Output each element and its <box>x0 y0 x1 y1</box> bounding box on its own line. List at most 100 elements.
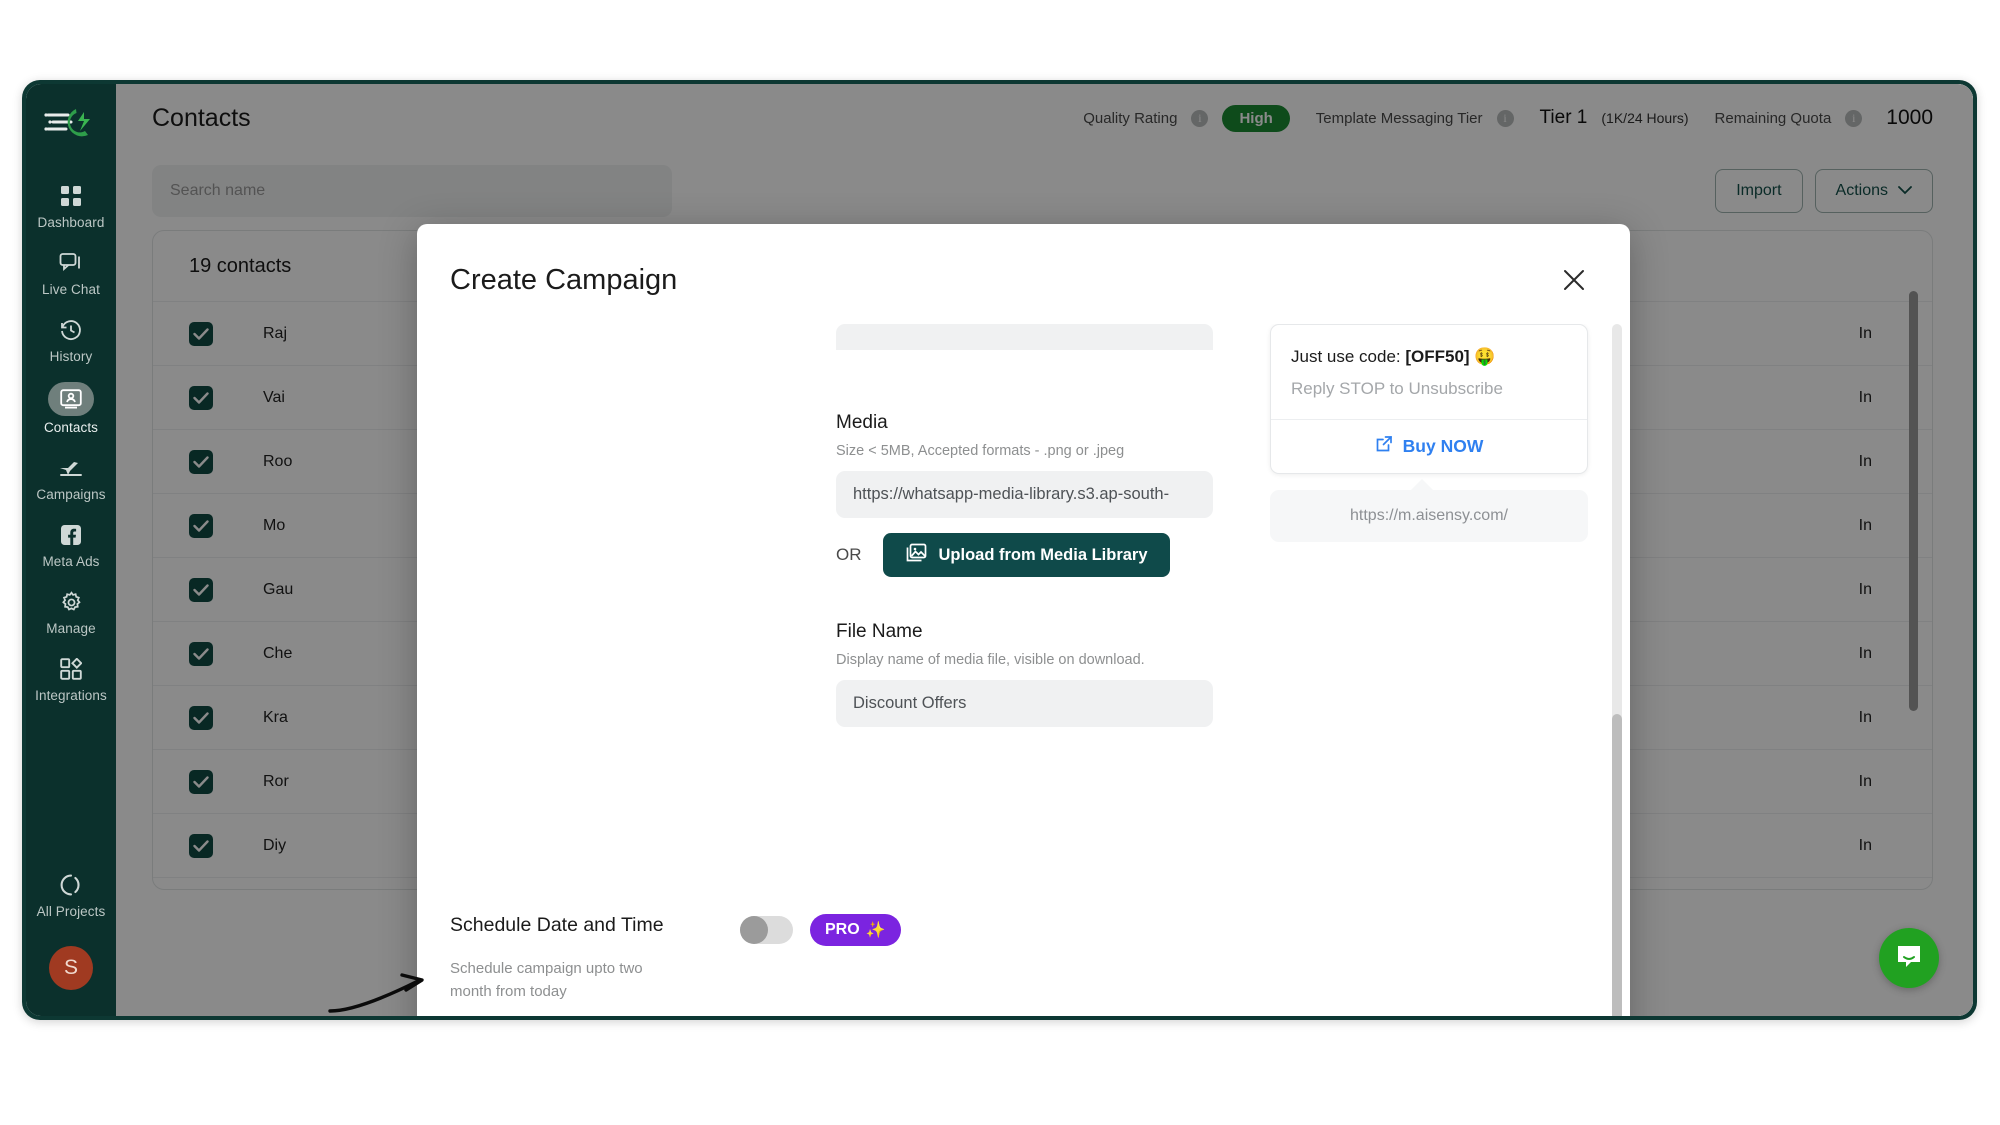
row-checkbox[interactable] <box>189 833 213 858</box>
row-checkbox[interactable] <box>189 769 213 794</box>
contact-status: In <box>1858 708 1872 726</box>
topbar: Contacts Quality Rating i High Template … <box>116 84 1973 152</box>
preview-code-line: Just use code: [OFF50] 🤑 <box>1271 325 1587 367</box>
info-icon[interactable]: i <box>1496 109 1514 127</box>
external-link-icon <box>1375 435 1393 458</box>
schedule-toggle[interactable] <box>740 916 793 944</box>
row-checkbox[interactable] <box>189 321 213 346</box>
file-name-label: File Name <box>836 621 923 642</box>
preview-url-bubble-wrap: https://m.aisensy.com/ <box>1270 479 1600 542</box>
template-tier-label: Template Messaging Tier <box>1315 109 1483 127</box>
contact-status: In <box>1858 452 1872 470</box>
remaining-quota-label: Remaining Quota <box>1714 109 1832 127</box>
sidebar-item-all-projects[interactable]: All Projects <box>26 861 116 928</box>
chat-bubbles-icon <box>54 248 88 278</box>
toolbar-actions: Import Actions <box>1715 169 1933 213</box>
preview-unsubscribe-text: Reply STOP to Unsubscribe <box>1291 379 1503 398</box>
sidebar-item-label: History <box>49 349 93 364</box>
sidebar-item-manage[interactable]: Manage <box>26 578 116 645</box>
preview-url-bubble: https://m.aisensy.com/ <box>1270 490 1588 542</box>
upload-from-media-library-button[interactable]: Upload from Media Library <box>882 533 1170 577</box>
close-icon[interactable] <box>1560 266 1590 296</box>
table-scrollbar[interactable] <box>1909 291 1918 711</box>
whatsapp-preview-card: Just use code: [OFF50] 🤑 Reply STOP to U… <box>1270 324 1588 474</box>
remaining-quota-value: 1000 <box>1886 106 1933 129</box>
media-or-row: OR Upload from Media Library <box>836 533 1266 577</box>
import-button[interactable]: Import <box>1715 169 1803 213</box>
media-label: Media <box>836 412 888 433</box>
grid-dashboard-icon <box>54 181 88 211</box>
sidebar-item-label: Integrations <box>35 688 107 703</box>
actions-button[interactable]: Actions <box>1814 169 1933 213</box>
clock-history-icon <box>54 315 88 345</box>
row-checkbox[interactable] <box>189 385 213 410</box>
circle-dashed-icon <box>54 870 88 900</box>
template-preview-column: Just use code: [OFF50] 🤑 Reply STOP to U… <box>1270 324 1600 542</box>
buy-now-label: Buy NOW <box>1402 436 1484 456</box>
media-url-input[interactable] <box>836 471 1213 518</box>
row-checkbox[interactable] <box>189 449 213 474</box>
quality-rating-badge: High <box>1222 104 1290 132</box>
upload-label: Upload from Media Library <box>938 545 1148 564</box>
row-checkbox[interactable] <box>189 577 213 602</box>
gear-icon <box>54 587 88 617</box>
sidebar-item-label: Meta Ads <box>42 554 100 569</box>
create-campaign-modal: Create Campaign Media Size < 5MB, Accept… <box>417 224 1630 1016</box>
contact-status: In <box>1858 516 1872 534</box>
file-name-input[interactable] <box>836 680 1213 727</box>
modal-scrollbar-thumb[interactable] <box>1612 714 1622 1016</box>
avatar[interactable]: S <box>49 946 93 990</box>
row-checkbox[interactable] <box>189 513 213 538</box>
pro-badge[interactable]: PRO ✨ <box>810 914 901 946</box>
sidebar-item-label: Live Chat <box>42 282 100 297</box>
tier-value: Tier 1 <box>1539 107 1588 128</box>
search-input[interactable] <box>152 165 672 217</box>
row-checkbox[interactable] <box>189 705 213 730</box>
modal-title: Create Campaign <box>450 264 678 296</box>
sidebar-item-label: Contacts <box>43 420 99 435</box>
sidebar-item-history[interactable]: History <box>26 306 116 373</box>
image-library-icon <box>905 543 927 568</box>
toolbar: Import Actions <box>116 152 1973 230</box>
contact-status: In <box>1858 772 1872 790</box>
quality-rating-label: Quality Rating <box>1083 109 1178 127</box>
aisensy-logo-icon[interactable] <box>41 100 101 146</box>
sidebar: Dashboard Live Chat History Contacts Cam… <box>26 84 116 1016</box>
topbar-status-group: Quality Rating i High Template Messaging… <box>1083 104 1933 132</box>
tier-detail: (1K/24 Hours) <box>1601 110 1689 126</box>
contact-status: In <box>1858 644 1872 662</box>
intercom-launcher-button[interactable] <box>1879 928 1939 988</box>
money-mouth-emoji: 🤑 <box>1474 347 1496 366</box>
sidebar-item-label: All Projects <box>36 904 106 919</box>
schedule-label: Schedule Date and Time <box>450 914 664 936</box>
app-window: Dashboard Live Chat History Contacts Cam… <box>22 80 1977 1020</box>
app-window-inner: Dashboard Live Chat History Contacts Cam… <box>26 84 1973 1016</box>
paper-plane-icon <box>54 453 88 483</box>
sidebar-item-contacts[interactable]: Contacts <box>26 373 116 444</box>
sidebar-item-meta-ads[interactable]: Meta Ads <box>26 511 116 578</box>
sidebar-item-label: Dashboard <box>37 215 105 230</box>
chevron-down-icon <box>1898 182 1912 200</box>
contact-status: In <box>1858 388 1872 406</box>
campaign-form-column: Media Size < 5MB, Accepted formats - .pn… <box>836 324 1266 727</box>
previous-field-partial <box>836 324 1213 350</box>
actions-label: Actions <box>1835 182 1888 199</box>
contact-card-icon <box>48 382 94 416</box>
info-icon[interactable]: i <box>1191 109 1209 127</box>
row-checkbox[interactable] <box>189 641 213 666</box>
modal-body: Media Size < 5MB, Accepted formats - .pn… <box>417 324 1630 886</box>
preview-code-prefix: Just use code: <box>1291 347 1406 366</box>
sidebar-item-live-chat[interactable]: Live Chat <box>26 239 116 306</box>
sidebar-item-dashboard[interactable]: Dashboard <box>26 172 116 239</box>
preview-code-value: [OFF50] <box>1405 347 1470 366</box>
info-icon[interactable]: i <box>1845 109 1863 127</box>
media-hint: Size < 5MB, Accepted formats - .png or .… <box>836 443 1125 459</box>
preview-buy-now-button[interactable]: Buy NOW <box>1271 419 1587 473</box>
sidebar-item-campaigns[interactable]: Campaigns <box>26 444 116 511</box>
intercom-chat-icon <box>1894 941 1924 976</box>
sidebar-item-integrations[interactable]: Integrations <box>26 645 116 712</box>
sidebar-item-label: Manage <box>46 621 96 636</box>
schedule-row: Schedule Date and Time <box>450 914 735 937</box>
bubble-arrow-icon <box>1410 479 1434 491</box>
contact-status: In <box>1858 324 1872 342</box>
